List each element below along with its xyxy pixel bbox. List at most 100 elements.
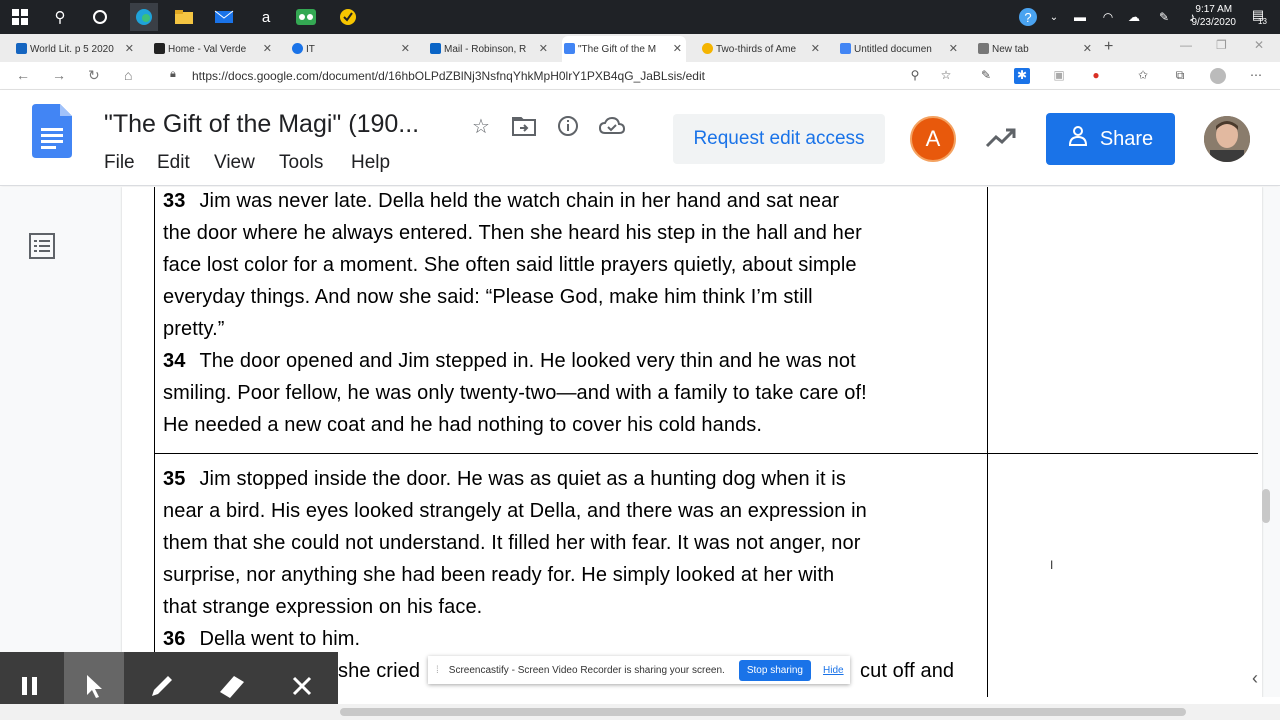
hide-button[interactable]: Hide: [823, 665, 844, 676]
menu-view[interactable]: View: [214, 152, 255, 174]
tab-label: World Lit. p 5 2020: [30, 43, 114, 55]
close-icon[interactable]: ✕: [125, 42, 134, 55]
network-icon[interactable]: ◠: [1096, 5, 1120, 29]
paragraph-text: Jim was never late. Della held the watch…: [199, 190, 840, 212]
horizontal-scroll-thumb[interactable]: [340, 708, 1186, 716]
menu-file[interactable]: File: [104, 152, 135, 174]
stop-sharing-button[interactable]: Stop sharing: [738, 659, 811, 681]
forward-icon[interactable]: →: [52, 67, 66, 83]
battery-icon[interactable]: ▬: [1068, 5, 1092, 29]
tab-new-tab[interactable]: New tab ✕: [976, 36, 1096, 62]
cloud-icon[interactable]: ☁: [1122, 5, 1146, 29]
collections-icon[interactable]: ⧉: [1172, 68, 1188, 84]
tab-it[interactable]: IT ✕: [290, 36, 414, 62]
close-icon[interactable]: ✕: [263, 42, 272, 55]
close-icon[interactable]: ✕: [673, 42, 682, 55]
paragraph-34[interactable]: 34 The door opened and Jim stepped in. He…: [163, 345, 983, 441]
profile-icon[interactable]: [1210, 68, 1226, 84]
screencastify-icon[interactable]: ●: [1088, 68, 1104, 84]
document-outline-icon[interactable]: [29, 233, 55, 259]
extension-grey-icon[interactable]: ▣: [1051, 68, 1067, 84]
side-panel-toggle-icon[interactable]: ‹: [1252, 668, 1258, 689]
paragraph-line: them that she could not understand. It f…: [163, 532, 861, 554]
chevron-up-icon[interactable]: ⌄: [1042, 5, 1066, 29]
close-icon[interactable]: ✕: [1083, 42, 1092, 55]
star-icon[interactable]: ☆: [468, 113, 494, 139]
zoom-icon[interactable]: ⚲: [907, 68, 923, 84]
drag-handle-icon[interactable]: ⁞: [436, 665, 439, 676]
menu-help[interactable]: Help: [351, 152, 390, 174]
horizontal-scrollbar[interactable]: [0, 704, 1280, 720]
user-avatar[interactable]: [1204, 116, 1250, 162]
paragraph-36[interactable]: 36 Della went to him.: [163, 623, 983, 655]
extension-pen-icon[interactable]: ✎: [978, 68, 994, 84]
tab-world-lit[interactable]: World Lit. p 5 2020 ✕: [14, 36, 138, 62]
table-border-left: [154, 187, 155, 697]
paragraph-35[interactable]: 35 Jim stopped inside the door. He was as…: [163, 463, 983, 623]
home-icon[interactable]: ⌂: [124, 67, 132, 83]
docs-logo-icon[interactable]: [32, 104, 72, 158]
paragraph-33[interactable]: 33 Jim was never late. Della held the wat…: [163, 187, 983, 345]
avatar[interactable]: A: [910, 116, 956, 162]
back-icon[interactable]: ←: [16, 67, 30, 83]
norton-icon[interactable]: [336, 5, 360, 29]
table-row-divider: [154, 453, 1258, 454]
document-title[interactable]: "The Gift of the Magi" (190...: [104, 110, 419, 139]
clock-date: 9/23/2020: [1191, 17, 1237, 28]
paragraph-line: everyday things. And now she said: “Plea…: [163, 286, 813, 308]
lock-icon[interactable]: 🔒︎: [170, 68, 176, 81]
vertical-scrollbar[interactable]: [1262, 489, 1270, 523]
share-button[interactable]: Share: [1046, 113, 1175, 165]
favorites-icon[interactable]: ✩: [1135, 68, 1151, 84]
extension-icon[interactable]: ✱: [1014, 68, 1030, 84]
close-icon[interactable]: ✕: [401, 42, 410, 55]
windows-start-icon[interactable]: [8, 5, 32, 29]
close-icon[interactable]: ✕: [949, 42, 958, 55]
partial-text-right: cut off and: [860, 660, 955, 682]
url-field[interactable]: https://docs.google.com/document/d/16hbO…: [192, 69, 705, 83]
paragraph-text: Della went to him.: [199, 628, 361, 650]
table-border-middle: [987, 187, 988, 697]
svg-text:?: ?: [1024, 10, 1031, 25]
search-icon[interactable]: ⚲: [48, 5, 72, 29]
tab-gift-of-the-magi[interactable]: "The Gift of the M ✕: [562, 36, 686, 62]
notification-icon[interactable]: ▤ 13: [1248, 7, 1268, 27]
tab-home-val-verde[interactable]: Home - Val Verde ✕: [152, 36, 276, 62]
paragraph-line: 33 Jim was never late. Della held the wat…: [163, 187, 983, 217]
tripadvisor-icon[interactable]: [294, 5, 318, 29]
tab-untitled-document[interactable]: Untitled documen ✕: [838, 36, 962, 62]
cortana-icon[interactable]: [88, 5, 112, 29]
activity-dashboard-icon[interactable]: [985, 124, 1017, 152]
cloud-status-icon[interactable]: [599, 113, 625, 139]
paragraph-line: 36 Della went to him.: [163, 623, 983, 655]
paragraph-text: The door opened and Jim stepped in. He l…: [199, 350, 856, 372]
paragraph-number: 35: [163, 468, 186, 490]
menu-edit[interactable]: Edit: [157, 152, 190, 174]
file-explorer-icon[interactable]: [172, 5, 196, 29]
tab-two-thirds[interactable]: Two-thirds of Ame ✕: [700, 36, 824, 62]
close-icon[interactable]: ✕: [539, 42, 548, 55]
clock[interactable]: 9:17 AM 9/23/2020: [1192, 3, 1237, 29]
request-edit-access-button[interactable]: Request edit access: [673, 114, 885, 164]
help-icon[interactable]: ?: [1016, 5, 1040, 29]
pen-icon[interactable]: ✎: [1152, 5, 1176, 29]
tab-label: Mail - Robinson, R: [444, 43, 527, 55]
minimize-icon[interactable]: —: [1180, 38, 1192, 52]
menu-tools[interactable]: Tools: [279, 152, 323, 174]
edge-browser-icon[interactable]: [130, 3, 158, 31]
paragraph-line: pretty.”: [163, 318, 225, 340]
sharing-message: Screencastify - Screen Video Recorder is…: [448, 664, 725, 676]
more-menu-icon[interactable]: ⋯: [1248, 68, 1264, 84]
tab-label: New tab: [992, 43, 1029, 55]
mail-icon[interactable]: [212, 5, 236, 29]
restore-icon[interactable]: ❐: [1216, 38, 1227, 52]
move-folder-icon[interactable]: [511, 113, 537, 139]
favorite-star-icon[interactable]: ☆: [938, 68, 954, 84]
new-tab-icon[interactable]: +: [1104, 38, 1113, 56]
tab-mail[interactable]: Mail - Robinson, R ✕: [428, 36, 552, 62]
refresh-icon[interactable]: ↻: [88, 67, 100, 84]
info-icon[interactable]: [555, 113, 581, 139]
close-icon[interactable]: ✕: [811, 42, 820, 55]
window-close-icon[interactable]: ✕: [1254, 38, 1264, 52]
amazon-icon[interactable]: a: [254, 5, 278, 29]
